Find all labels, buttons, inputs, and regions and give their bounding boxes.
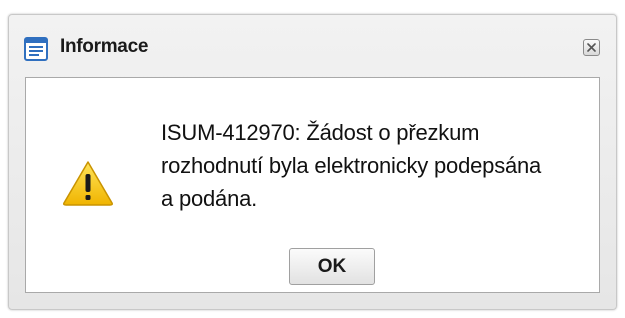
close-button[interactable] bbox=[583, 39, 600, 56]
dialog-message: ISUM-412970: Žádost o přezkum rozhodnutí… bbox=[161, 116, 591, 215]
message-line: rozhodnutí byla elektronicky podepsána bbox=[161, 153, 542, 178]
dialog-titlebar[interactable]: Informace bbox=[9, 15, 616, 77]
close-icon bbox=[587, 43, 596, 52]
warning-icon bbox=[62, 160, 114, 206]
info-dialog: Informace ISUM-412970: Žádost o přezkum … bbox=[8, 14, 617, 310]
message-line: ISUM-412970: Žádost o přezkum bbox=[161, 120, 480, 145]
message-line: a podána. bbox=[161, 186, 258, 211]
ok-button[interactable]: OK bbox=[289, 248, 375, 285]
dialog-body: ISUM-412970: Žádost o přezkum rozhodnutí… bbox=[25, 77, 600, 293]
dialog-title: Informace bbox=[60, 36, 149, 57]
window-icon bbox=[24, 37, 48, 61]
